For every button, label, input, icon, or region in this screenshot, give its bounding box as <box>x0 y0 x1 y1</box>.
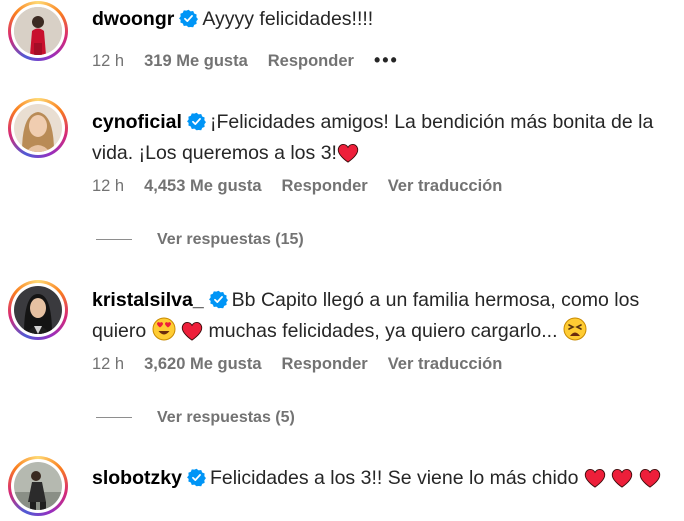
reply-button[interactable]: Responder <box>282 355 368 373</box>
comment-time: 12 h <box>92 177 125 195</box>
comment-time: 12 h <box>92 52 125 70</box>
comment-text-continued: muchas felicidades, ya quiero cargarlo..… <box>208 320 558 342</box>
comment-body: slobotzky Felicidades a los 3!! Se viene … <box>92 463 667 494</box>
verified-icon <box>179 9 198 28</box>
view-replies-button[interactable]: Ver respuestas (15) <box>96 231 304 249</box>
avatar-kristalsilva[interactable] <box>8 280 68 340</box>
view-replies-label: Ver respuestas (5) <box>157 409 295 426</box>
heart-eyes-emoji-icon <box>152 317 176 341</box>
comment-body: cynoficial ¡Felicidades amigos! La bendic… <box>92 107 667 169</box>
verified-icon <box>187 112 206 131</box>
more-options-icon[interactable]: ••• <box>374 50 399 70</box>
replies-divider <box>96 417 132 419</box>
view-replies-button[interactable]: Ver respuestas (5) <box>96 409 295 427</box>
reply-button[interactable]: Responder <box>282 177 368 195</box>
reply-button[interactable]: Responder <box>268 52 354 70</box>
view-replies-label: Ver respuestas (15) <box>157 231 304 248</box>
comment-username[interactable]: dwoongr <box>92 8 174 30</box>
red-heart-icon <box>337 143 359 163</box>
comment-body: kristalsilva_ Bb Capito llegó a un famili… <box>92 285 667 347</box>
comment-text: Felicidades a los 3!! Se viene lo más ch… <box>209 467 579 489</box>
tired-face-emoji-icon <box>563 317 587 341</box>
comment-username[interactable]: cynoficial <box>92 111 182 133</box>
avatar-dwoongr[interactable] <box>8 1 68 61</box>
red-heart-icon <box>639 468 661 488</box>
avatar-cynoficial[interactable] <box>8 98 68 158</box>
comment-meta: 12 h 3,620 Me gusta Responder Ver traducció… <box>92 355 522 374</box>
comment-meta: 12 h 4,453 Me gusta Responder Ver traducció… <box>92 177 522 196</box>
red-heart-icon <box>584 468 606 488</box>
replies-divider <box>96 239 132 241</box>
likes-count[interactable]: 319 Me gusta <box>144 52 248 70</box>
avatar-slobotzky[interactable] <box>8 456 68 516</box>
red-heart-icon <box>611 468 633 488</box>
verified-icon <box>187 468 206 487</box>
comment-body: dwoongr Ayyyy felicidades!!!! <box>92 4 667 35</box>
translate-button[interactable]: Ver traducción <box>388 355 503 373</box>
likes-count[interactable]: 3,620 Me gusta <box>144 355 261 373</box>
red-heart-icon <box>181 321 203 341</box>
comment-time: 12 h <box>92 355 125 373</box>
comment-username[interactable]: slobotzky <box>92 467 182 489</box>
comment-text: Ayyyy felicidades!!!! <box>202 8 374 30</box>
comment-username[interactable]: kristalsilva_ <box>92 289 204 311</box>
comment-meta: 12 h 319 Me gusta Responder ••• <box>92 50 419 71</box>
verified-icon <box>209 290 228 309</box>
translate-button[interactable]: Ver traducción <box>388 177 503 195</box>
likes-count[interactable]: 4,453 Me gusta <box>144 177 261 195</box>
